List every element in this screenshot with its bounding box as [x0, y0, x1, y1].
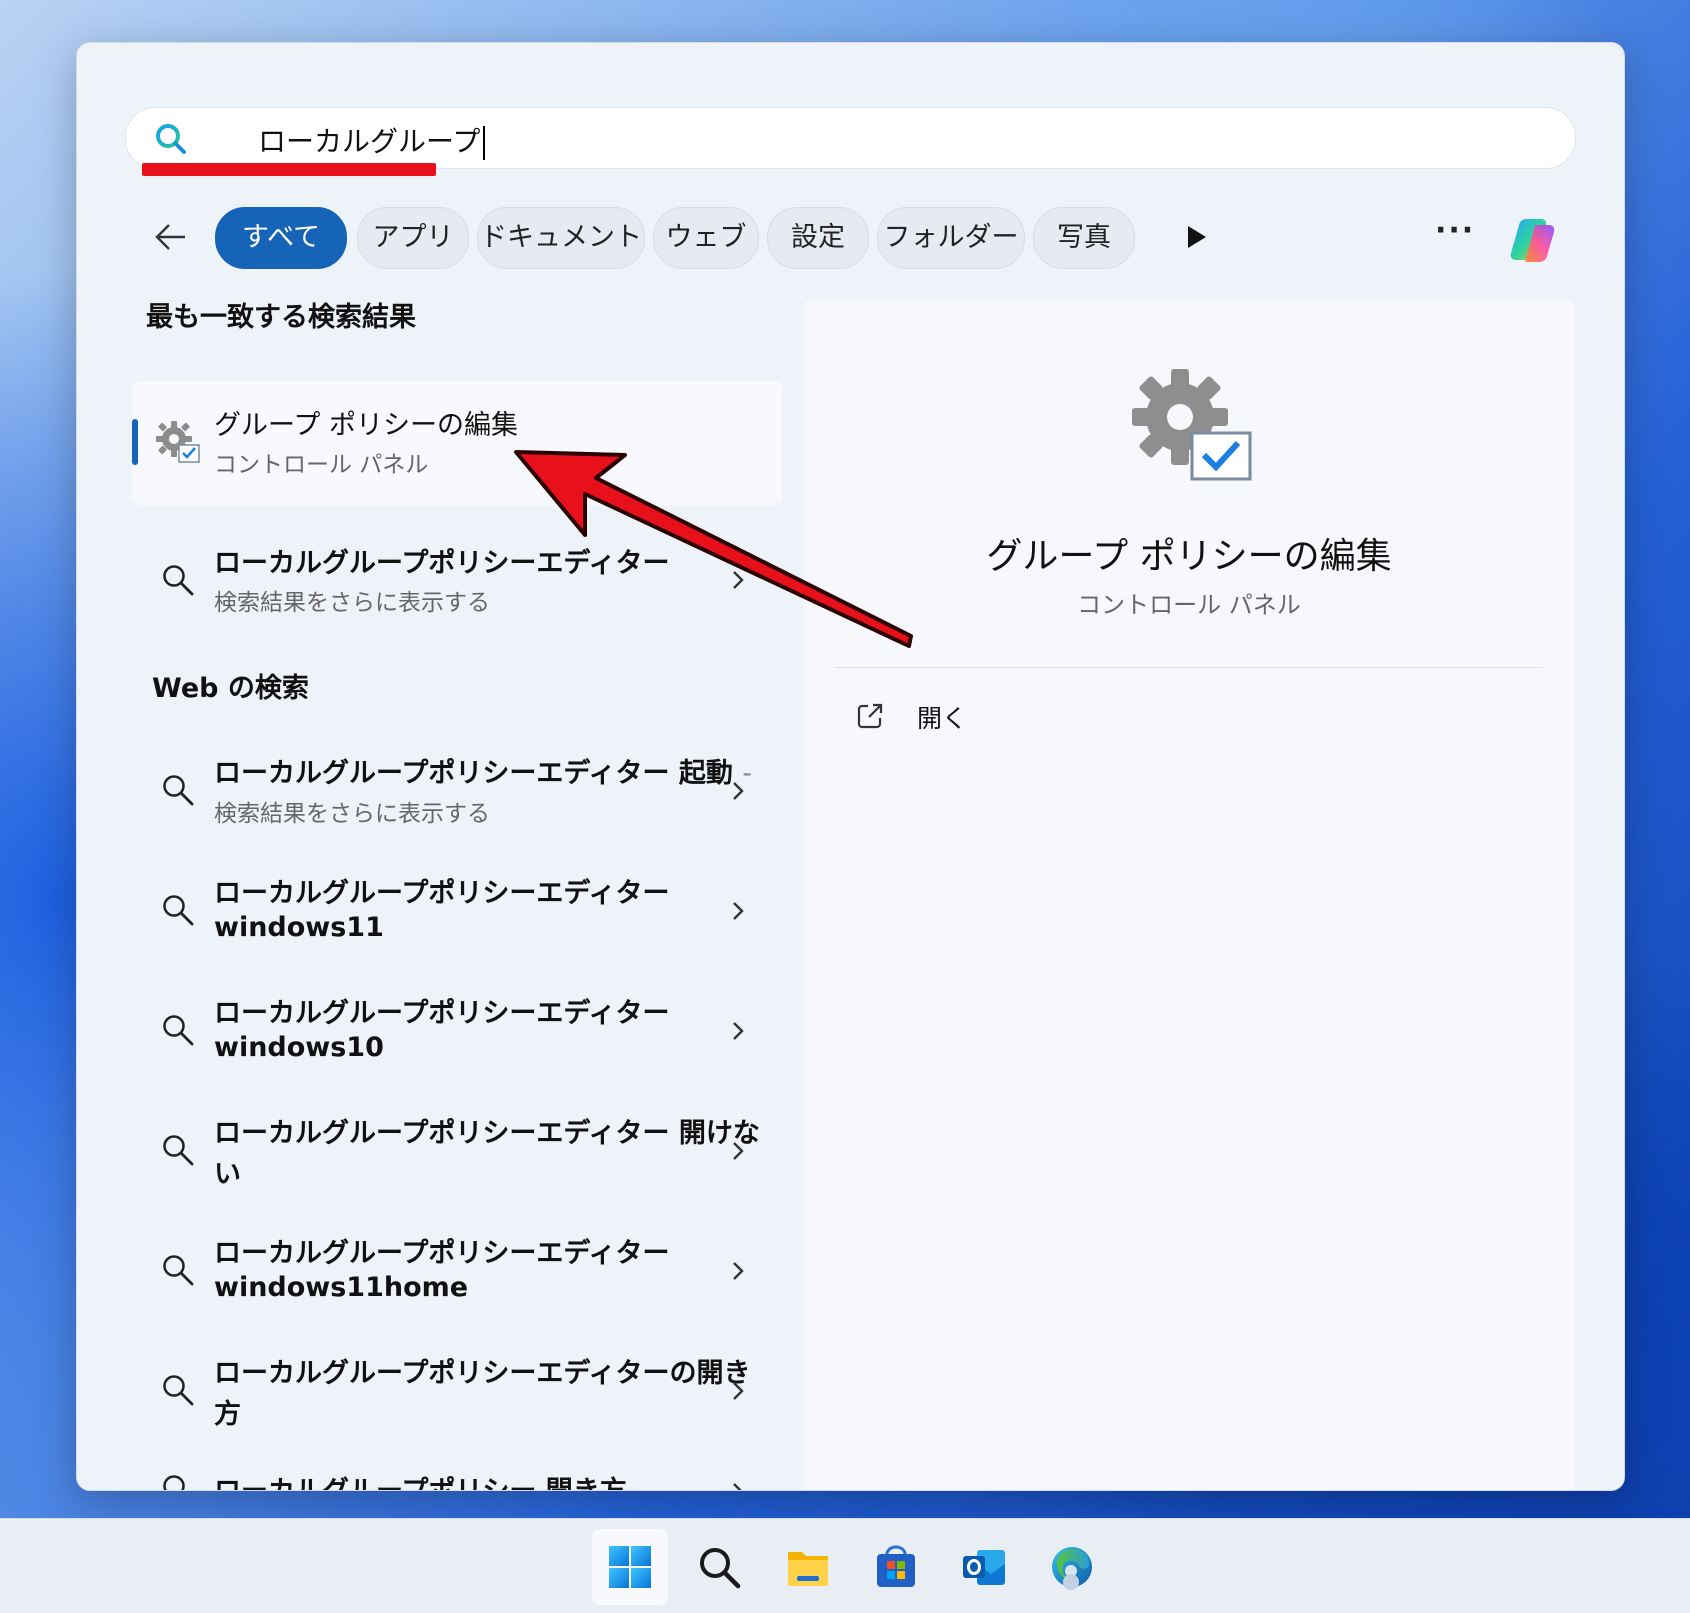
web-result-title-line2: windows10 — [214, 1032, 384, 1063]
filter-chip-settings[interactable]: 設定 — [767, 207, 869, 269]
taskbar — [0, 1518, 1690, 1613]
search-icon — [163, 565, 194, 596]
best-match-card[interactable]: グループ ポリシーの編集 コントロール パネル — [132, 381, 782, 505]
filter-chip-all[interactable]: すべて — [215, 207, 347, 269]
web-result-title: ローカルグループポリシーエディター — [214, 878, 670, 909]
search-icon — [163, 1135, 194, 1166]
search-icon — [163, 1475, 185, 1490]
search-icon — [163, 775, 194, 806]
search-icon — [156, 124, 186, 154]
web-result-title-line2: 方 — [214, 1399, 241, 1430]
chevron-right-icon — [733, 782, 744, 800]
web-result-title: ローカルグループポリシーエディター — [214, 998, 670, 1029]
search-icon — [163, 1375, 194, 1406]
filter-chip-photos[interactable]: 写真 — [1033, 207, 1135, 269]
filter-chip-folders[interactable]: フォルダー — [877, 207, 1025, 269]
web-result-title: ローカルグループポリシーエディター 開けな — [214, 1118, 760, 1149]
web-result-title-text: ローカルグループポリシーエディター 起動 — [214, 758, 733, 789]
search-query-text: ローカルグループ — [258, 125, 481, 158]
file-explorer-icon — [788, 1552, 828, 1586]
chevron-right-icon — [733, 902, 744, 920]
edge-icon — [1052, 1547, 1092, 1590]
search-icon — [163, 1255, 194, 1286]
detail-divider — [835, 667, 1543, 668]
filter-bar: すべて アプリ ドキュメント ウェブ 設定 フォルダー 写真 ··· — [77, 205, 1624, 271]
more-results-title: ローカルグループポリシーエディター — [214, 548, 670, 579]
outlook-icon — [963, 1550, 1005, 1585]
back-arrow-icon[interactable] — [151, 217, 191, 257]
windows-start-icon — [609, 1546, 651, 1588]
more-results-subtitle: 検索結果をさらに表示する — [214, 590, 490, 616]
gear-check-icon — [1132, 369, 1252, 481]
search-icon — [700, 1548, 741, 1589]
filter-chip-apps[interactable]: アプリ — [357, 207, 469, 269]
annotation-underline — [142, 163, 436, 176]
taskbar-outlook[interactable] — [946, 1529, 1022, 1605]
microsoft-store-icon — [877, 1545, 915, 1587]
chevron-right-icon — [733, 1142, 744, 1160]
search-input[interactable]: ローカルグループ — [258, 120, 486, 160]
web-result-title-line2: い — [214, 1159, 241, 1190]
filter-chip-documents[interactable]: ドキュメント — [477, 207, 645, 269]
taskbar-search[interactable] — [681, 1529, 757, 1605]
web-result-subtitle: 検索結果をさらに表示する — [214, 801, 490, 827]
web-search-heading: Web の検索 — [152, 673, 309, 704]
best-match-title: グループ ポリシーの編集 — [214, 410, 518, 441]
selection-indicator — [132, 419, 138, 465]
taskbar-edge[interactable] — [1034, 1529, 1110, 1605]
search-icon — [163, 1015, 194, 1046]
copilot-icon[interactable] — [1505, 211, 1563, 269]
web-result-title: ローカルグループポリシーエディター 起動 - — [214, 751, 752, 790]
chevron-right-icon — [733, 1262, 744, 1280]
search-box[interactable]: ローカルグループ — [125, 107, 1576, 169]
web-result-title: ローカルグループポリシーエディターの開き — [214, 1358, 751, 1389]
taskbar-file-explorer[interactable] — [770, 1529, 846, 1605]
taskbar-store[interactable] — [858, 1529, 934, 1605]
chevron-right-icon — [733, 1382, 744, 1400]
web-result-title-line2: windows11home — [214, 1272, 469, 1303]
open-button[interactable]: 開く — [855, 697, 995, 737]
open-label: 開く — [917, 704, 968, 733]
detail-title: グループ ポリシーの編集 — [986, 536, 1392, 577]
best-match-subtitle: コントロール パネル — [214, 452, 429, 478]
filter-chip-web[interactable]: ウェブ — [653, 207, 759, 269]
web-result-title: ローカルグループポリシーエディター — [214, 1238, 670, 1269]
start-search-window: ローカルグループ すべて アプリ ドキュメント ウェブ 設定 フォルダー 写真 … — [76, 42, 1625, 1491]
detail-subtitle: コントロール パネル — [1077, 591, 1301, 619]
detail-panel: グループ ポリシーの編集 コントロール パネル 開く — [803, 299, 1575, 1490]
text-caret — [483, 126, 486, 160]
external-link-icon — [857, 703, 883, 729]
web-result-title: ローカルグループポリシー 開き方 — [214, 1469, 627, 1490]
ellipsis-icon[interactable]: ··· — [1435, 213, 1475, 248]
taskbar-start[interactable] — [592, 1529, 668, 1605]
best-match-heading: 最も一致する検索結果 — [146, 302, 416, 333]
gear-check-icon — [156, 421, 200, 463]
chevron-right-icon — [733, 571, 744, 589]
search-icon — [163, 895, 194, 926]
chevron-right-icon — [733, 1022, 744, 1040]
chevron-right-icon — [733, 1483, 742, 1490]
play-triangle-icon[interactable] — [1182, 223, 1210, 251]
web-result-title-line2: windows11 — [214, 912, 384, 943]
